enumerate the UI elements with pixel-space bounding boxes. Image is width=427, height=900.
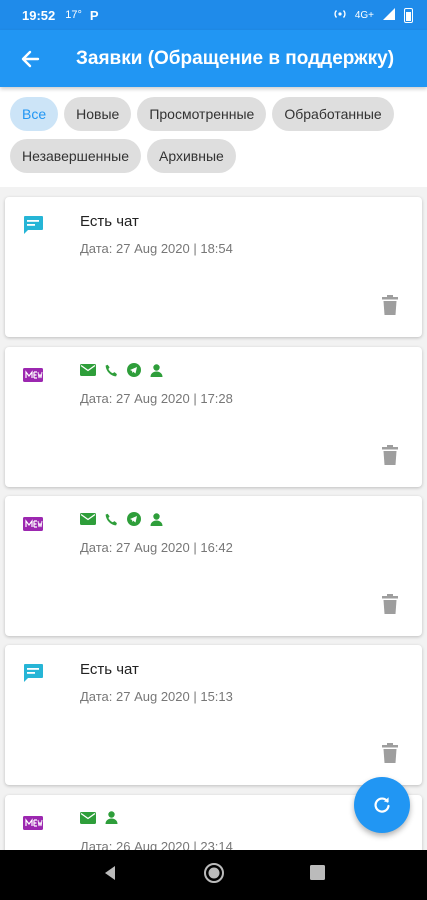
request-title: Есть чат <box>80 661 139 678</box>
system-nav-bar <box>0 850 427 900</box>
person-icon <box>150 363 163 377</box>
refresh-icon <box>374 797 390 813</box>
status-time: 19:52 <box>22 7 56 23</box>
email-icon <box>80 364 96 376</box>
request-date: Дата: 27 Aug 2020 | 16:42 <box>80 540 233 555</box>
request-list: Есть чат Дата: 27 Aug 2020 | 18:54 Дата:… <box>0 187 427 850</box>
status-network: 4G+ <box>354 9 374 21</box>
request-card[interactable]: Есть чат Дата: 27 Aug 2020 | 15:13 <box>5 645 422 785</box>
request-date: Дата: 27 Aug 2020 | 15:13 <box>80 689 233 704</box>
contact-methods <box>80 363 163 377</box>
trash-icon[interactable] <box>382 594 398 614</box>
status-bar: 19:52 17° P 4G+ <box>0 0 427 30</box>
request-card[interactable]: Есть чат Дата: 27 Aug 2020 | 18:54 <box>5 197 422 337</box>
phone-icon <box>105 364 118 377</box>
status-temperature: 17° <box>65 9 82 21</box>
request-date: Дата: 27 Aug 2020 | 18:54 <box>80 241 233 256</box>
contact-methods <box>80 512 163 526</box>
telegram-icon <box>127 363 141 377</box>
filter-chip-viewed[interactable]: Просмотренные <box>137 97 267 131</box>
trash-icon[interactable] <box>382 743 398 763</box>
filter-chip-processed[interactable]: Обработанные <box>272 97 394 131</box>
telegram-icon <box>127 512 141 526</box>
filter-chip-unfinished[interactable]: Незавершенные <box>10 139 141 173</box>
filter-chips: Все Новые Просмотренные Обработанные Нез… <box>0 87 427 187</box>
app-bar: Заявки (Обращение в поддержку) <box>0 30 427 87</box>
request-title: Есть чат <box>80 213 139 230</box>
status-carrier-glyph: P <box>89 7 99 23</box>
chat-icon <box>24 664 43 682</box>
back-button[interactable] <box>0 30 60 87</box>
contact-methods <box>80 811 118 824</box>
person-icon <box>150 512 163 526</box>
battery-icon <box>404 7 413 23</box>
refresh-button[interactable] <box>354 777 410 833</box>
page-title: Заявки (Обращение в поддержку) <box>76 47 395 69</box>
filter-chip-all[interactable]: Все <box>10 97 59 131</box>
email-icon <box>80 513 96 525</box>
request-date: Дата: 26 Aug 2020 | 23:14 <box>80 839 233 850</box>
person-icon <box>105 811 118 824</box>
new-badge-icon <box>23 368 43 382</box>
nav-back-icon[interactable] <box>102 865 118 886</box>
phone-icon <box>105 513 118 526</box>
email-icon <box>80 811 96 824</box>
nav-recents-icon[interactable] <box>309 865 325 885</box>
arrow-back-icon <box>21 50 40 67</box>
new-badge-icon <box>23 517 43 531</box>
filter-chip-archived[interactable]: Архивные <box>146 139 236 173</box>
trash-icon[interactable] <box>382 445 398 465</box>
signal-icon <box>382 7 396 24</box>
filter-chip-new[interactable]: Новые <box>64 97 132 131</box>
trash-icon[interactable] <box>382 295 398 315</box>
request-card[interactable]: Дата: 27 Aug 2020 | 16:42 <box>5 496 422 636</box>
request-date: Дата: 27 Aug 2020 | 17:28 <box>80 391 233 406</box>
hotspot-icon <box>333 7 347 24</box>
request-card[interactable]: Дата: 27 Aug 2020 | 17:28 <box>5 347 422 487</box>
chat-icon <box>24 216 43 234</box>
nav-home-icon[interactable] <box>203 862 225 889</box>
new-badge-icon <box>23 816 43 830</box>
